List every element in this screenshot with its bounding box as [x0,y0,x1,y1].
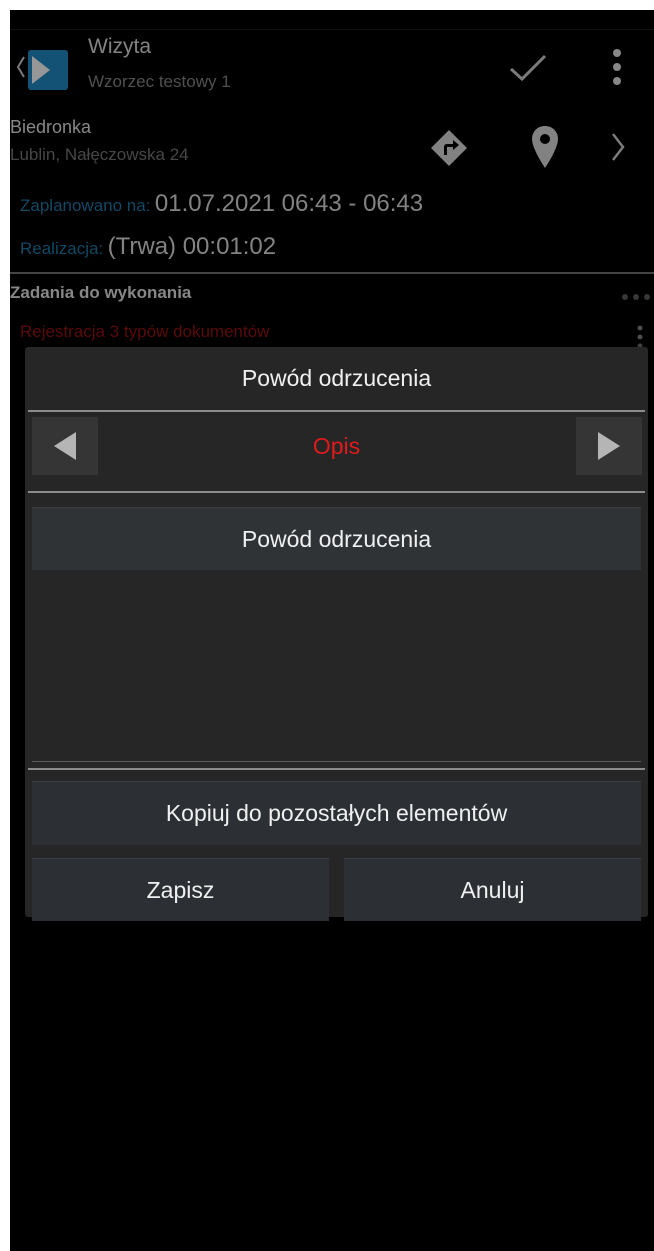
buttons-divider [28,768,645,770]
prev-section-button[interactable] [32,417,98,475]
rejection-reason-dialog: Powód odrzucenia Opis Powód odrzucenia K… [25,347,648,921]
prev-arrow-icon [54,432,76,460]
copy-to-others-button[interactable]: Kopiuj do pozostałych elementów [32,781,641,845]
dialog-title-divider [28,410,645,412]
section-divider [28,491,645,493]
next-arrow-icon [598,432,620,460]
app-screen: Wizyta Wzorzec testowy 1 Biedronka Lubli… [10,10,654,1251]
dialog-title: Powód odrzucenia [241,365,432,391]
reason-textarea[interactable] [32,569,641,762]
reason-field-label: Powód odrzucenia [32,507,641,570]
next-section-button[interactable] [576,417,642,475]
cancel-button[interactable]: Anuluj [344,858,641,921]
section-label: Opis [312,432,361,459]
save-button[interactable]: Zapisz [32,858,329,921]
